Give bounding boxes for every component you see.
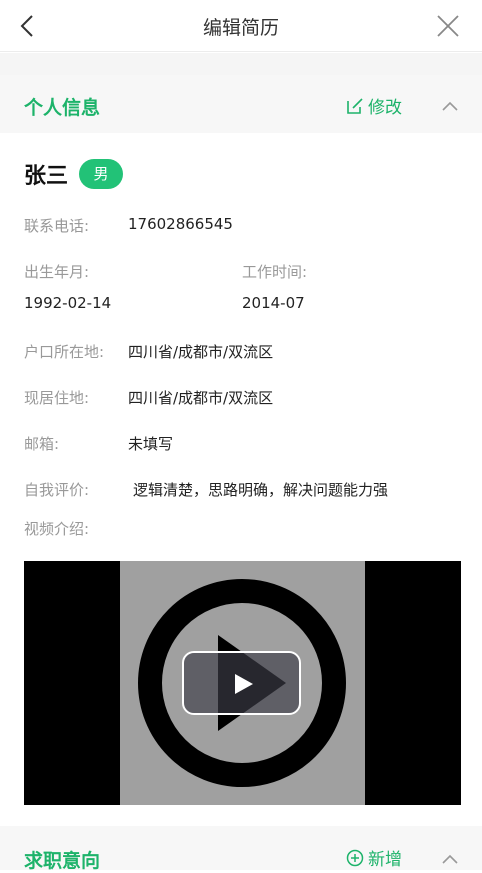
self-eval-value: 逻辑清楚，思路明确，解决问题能力强 [133, 481, 389, 499]
work-label: 工作时间: [242, 263, 308, 281]
residence-value: 四川省/成都市/双流区 [128, 389, 274, 407]
video-label: 视频介绍: [24, 520, 90, 538]
job-intent-header[interactable]: 求职意向 新增 [0, 826, 482, 872]
birth-value: 1992-02-14 [24, 294, 112, 312]
video-player[interactable] [24, 561, 461, 805]
residence-label: 现居住地: [24, 389, 90, 407]
chevron-up-icon[interactable] [440, 852, 460, 866]
self-eval-label: 自我评价: [24, 481, 90, 499]
email-value: 未填写 [128, 435, 174, 453]
add-button[interactable]: 新增 [346, 845, 402, 870]
add-icon [346, 849, 364, 866]
top-nav-bar: 编辑简历 [0, 0, 482, 52]
phone-label: 联系电话: [24, 217, 90, 235]
chevron-up-icon[interactable] [440, 99, 460, 113]
work-value: 2014-07 [242, 294, 305, 312]
gender-badge: 男 [79, 159, 123, 189]
birth-label: 出生年月: [24, 263, 90, 281]
edit-label: 修改 [368, 98, 402, 118]
personal-info-title: 个人信息 [24, 97, 101, 119]
personal-info-header[interactable]: 个人信息 修改 [0, 75, 482, 133]
edit-icon [347, 97, 363, 114]
hukou-label: 户口所在地: [24, 343, 105, 361]
job-intent-title: 求职意向 [24, 850, 101, 872]
user-name: 张三 [24, 164, 69, 189]
section-spacer [0, 53, 482, 75]
hukou-value: 四川省/成都市/双流区 [128, 343, 274, 361]
email-label: 邮箱: [24, 435, 60, 453]
close-icon[interactable] [434, 12, 462, 40]
edit-button[interactable]: 修改 [346, 93, 402, 118]
add-label: 新增 [368, 850, 402, 870]
phone-value: 17602866545 [128, 215, 233, 233]
play-icon [235, 674, 253, 694]
page-title: 编辑简历 [202, 17, 279, 39]
play-button[interactable] [182, 651, 301, 715]
